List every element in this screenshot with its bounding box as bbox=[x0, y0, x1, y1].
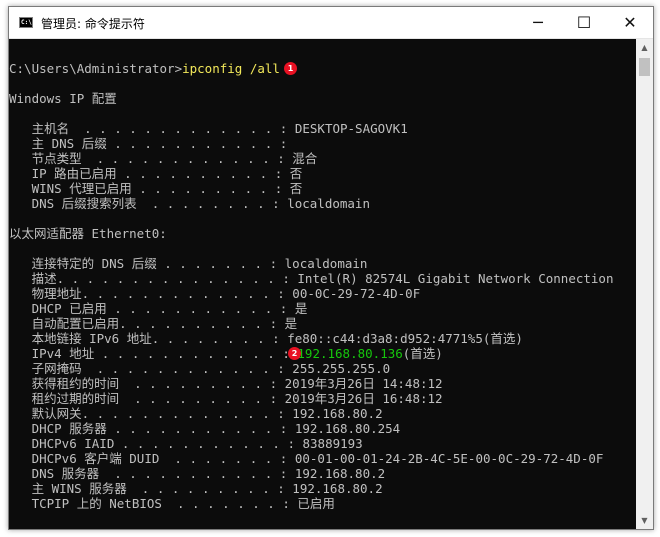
output-line: 节点类型 . . . . . . . . . . . . : 混合 bbox=[9, 151, 318, 166]
output-line: 描述. . . . . . . . . . . . . . . : Intel(… bbox=[9, 271, 614, 286]
output-line: DNS 后缀搜索列表 . . . . . . . . : localdomain bbox=[9, 196, 370, 211]
callout-badge-1: 1 bbox=[284, 62, 297, 75]
callout-badge-2: 2 bbox=[288, 347, 301, 360]
output-line: 默认网关. . . . . . . . . . . . . : 192.168.… bbox=[9, 406, 383, 421]
command-prompt-window: C:\ 管理员: 命令提示符 ─ ☐ ✕ C:\Users\Administra… bbox=[8, 6, 654, 530]
output-line: DHCP 已启用 . . . . . . . . . . . : 是 bbox=[9, 301, 308, 316]
output-line: 主机名 . . . . . . . . . . . . . : DESKTOP-… bbox=[9, 121, 408, 136]
maximize-button[interactable]: ☐ bbox=[561, 7, 607, 38]
output-line: DNS 服务器 . . . . . . . . . . . : 192.168.… bbox=[9, 466, 386, 481]
adapter-heading: 以太网适配器 Ethernet0: bbox=[9, 226, 167, 241]
cmd-app-icon: C:\ bbox=[19, 17, 33, 28]
command-text: ipconfig /all bbox=[182, 61, 280, 76]
ipv4-suffix: (首选) bbox=[402, 346, 443, 361]
output-line: IP 路由已启用 . . . . . . . . . . : 否 bbox=[9, 166, 303, 181]
output-line: DHCPv6 IAID . . . . . . . . . . . : 8388… bbox=[9, 436, 363, 451]
close-button[interactable]: ✕ bbox=[607, 7, 653, 38]
output-line: 主 DNS 后缀 . . . . . . . . . . . : bbox=[9, 136, 288, 151]
output-line: 获得租约的时间 . . . . . . . . . : 2019年3月26日 1… bbox=[9, 376, 443, 391]
output-line: TCPIP 上的 NetBIOS . . . . . . . : 已启用 bbox=[9, 496, 335, 511]
ipv4-value: 192.168.80.136 bbox=[297, 346, 403, 361]
output-line: 物理地址. . . . . . . . . . . . . : 00-0C-29… bbox=[9, 286, 421, 301]
vertical-scrollbar[interactable]: ▲ ▼ bbox=[636, 39, 653, 529]
output-line: 主 WINS 服务器 . . . . . . . . . : 192.168.8… bbox=[9, 481, 383, 496]
output-line: DHCPv6 客户端 DUID . . . . . . . : 00-01-00… bbox=[9, 451, 604, 466]
output-line: WINS 代理已启用 . . . . . . . . . : 否 bbox=[9, 181, 303, 196]
ipv4-label: IPv4 地址 . . . . . . . . . . . . : bbox=[9, 346, 298, 361]
output-line: 子网掩码 . . . . . . . . . . . . : 255.255.2… bbox=[9, 361, 391, 376]
output-line: 租约过期的时间 . . . . . . . . . : 2019年3月26日 1… bbox=[9, 391, 443, 406]
minimize-button[interactable]: ─ bbox=[515, 7, 561, 38]
scroll-thumb[interactable] bbox=[639, 58, 650, 76]
title-bar[interactable]: C:\ 管理员: 命令提示符 ─ ☐ ✕ bbox=[9, 7, 653, 39]
output-line: 连接特定的 DNS 后缀 . . . . . . . : localdomain bbox=[9, 256, 368, 271]
output-line: DHCP 服务器 . . . . . . . . . . . : 192.168… bbox=[9, 421, 401, 436]
output-line: 本地链接 IPv6 地址. . . . . . . . : fe80::c44:… bbox=[9, 331, 523, 346]
window-title: 管理员: 命令提示符 bbox=[41, 17, 145, 31]
scroll-up-icon[interactable]: ▲ bbox=[636, 39, 653, 56]
output-line: Windows IP 配置 bbox=[9, 91, 117, 106]
output-line: 自动配置已启用. . . . . . . . . . : 是 bbox=[9, 316, 298, 331]
command-line: C:\Users\Administrator>ipconfig /all bbox=[9, 61, 280, 76]
ipv4-line: IPv4 地址 . . . . . . . . . . . . : 192.16… bbox=[9, 346, 443, 361]
command-prompt: C:\Users\Administrator> bbox=[9, 61, 183, 76]
scroll-down-icon[interactable]: ▼ bbox=[636, 512, 653, 529]
console-output[interactable]: C:\Users\Administrator>ipconfig /all 1 W… bbox=[9, 39, 636, 529]
